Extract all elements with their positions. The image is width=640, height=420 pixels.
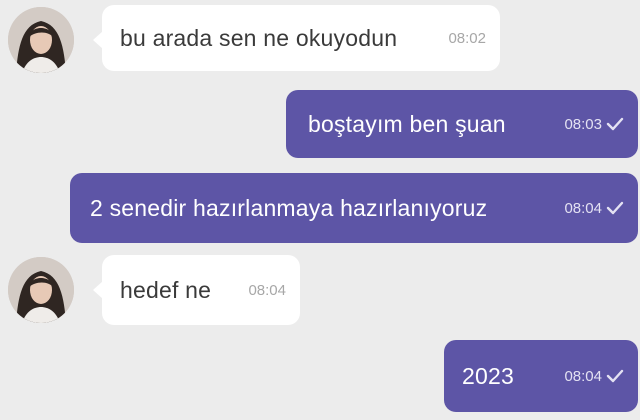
message-bubble-outgoing[interactable]: boştayım ben şuan 08:03 <box>286 90 638 158</box>
check-icon <box>606 117 624 131</box>
message-time: 08:04 <box>564 199 602 217</box>
message-meta: 08:02 <box>448 30 486 47</box>
message-bubble-outgoing[interactable]: 2 senedir hazırlanmaya hazırlanıyoruz 08… <box>70 173 638 243</box>
contact-photo <box>8 257 74 323</box>
message-text: 2023 <box>462 362 514 389</box>
contact-photo <box>8 7 74 73</box>
message-time: 08:02 <box>448 29 486 47</box>
check-icon <box>606 201 624 215</box>
contact-avatar[interactable] <box>8 7 74 73</box>
contact-avatar[interactable] <box>8 257 74 323</box>
message-meta: 08:04 <box>564 200 624 217</box>
message-meta: 08:03 <box>564 116 624 133</box>
check-icon <box>606 369 624 383</box>
message-text: bu arada sen ne okuyodun <box>120 24 398 51</box>
message-meta: 08:04 <box>564 368 624 385</box>
message-bubble-incoming[interactable]: bu arada sen ne okuyodun 08:02 <box>93 5 500 71</box>
message-time: 08:03 <box>564 115 602 133</box>
message-text: boştayım ben şuan <box>308 110 506 137</box>
message-bubble-incoming[interactable]: hedef ne 08:04 <box>93 255 300 325</box>
message-bubble-outgoing[interactable]: 2023 08:04 <box>444 340 638 412</box>
message-meta: 08:04 <box>248 282 286 299</box>
message-time: 08:04 <box>564 367 602 385</box>
message-text: hedef ne <box>120 276 212 303</box>
message-text: 2 senedir hazırlanmaya hazırlanıyoruz <box>90 194 488 221</box>
message-time: 08:04 <box>248 281 286 299</box>
